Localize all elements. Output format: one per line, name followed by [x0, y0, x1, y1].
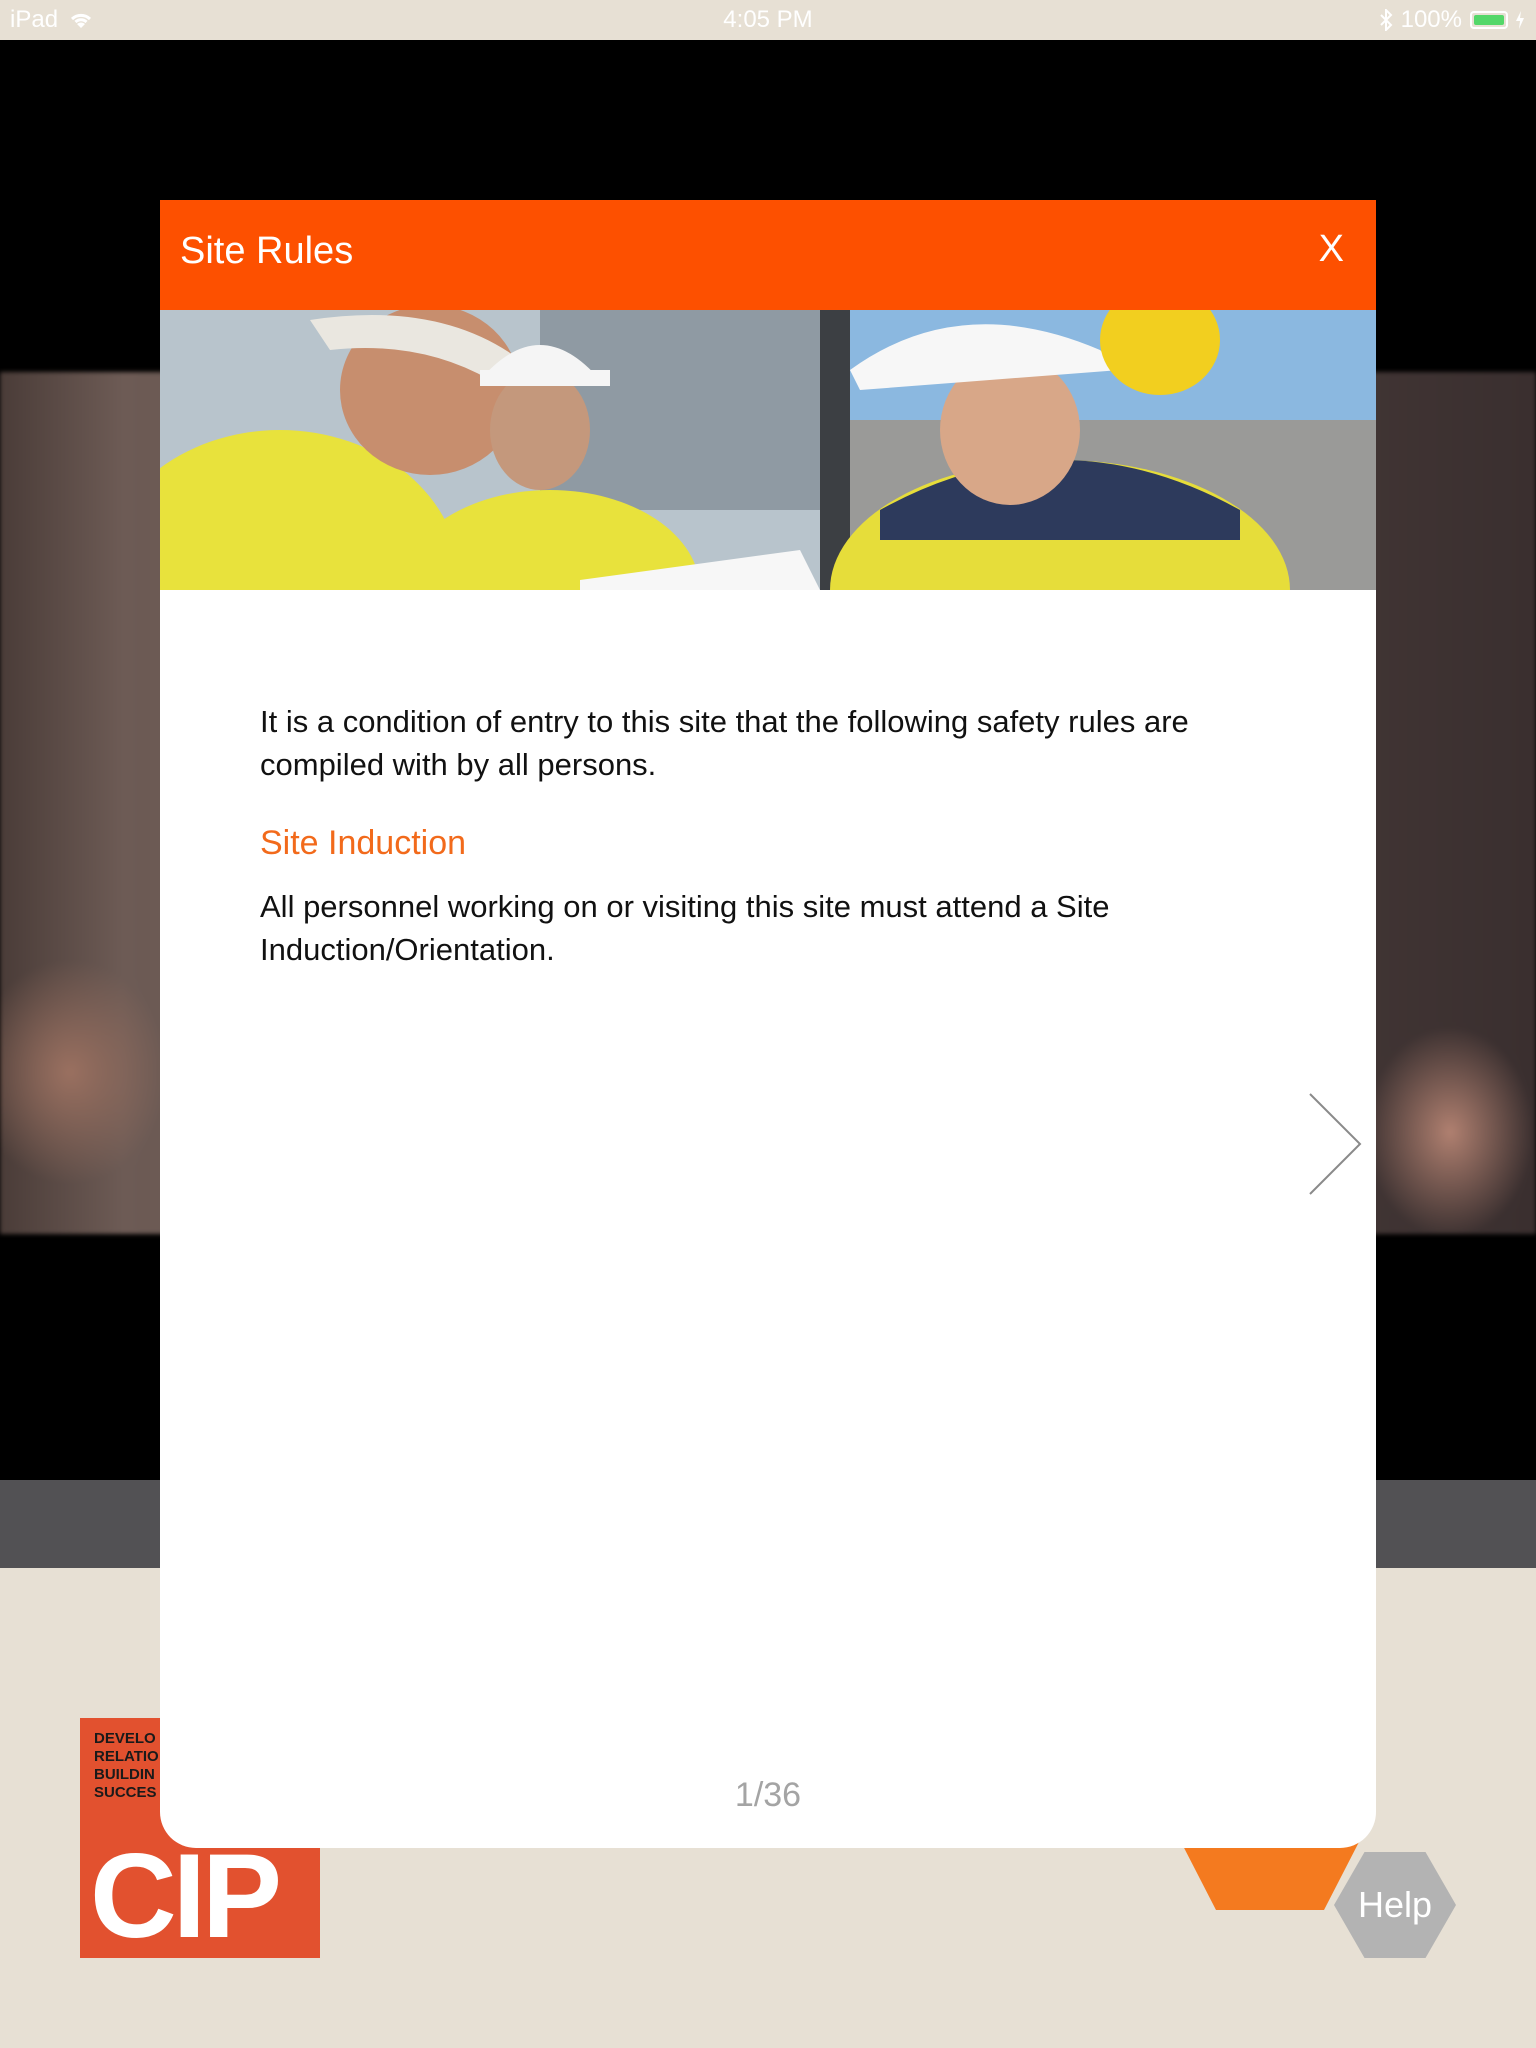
charging-icon: [1516, 11, 1524, 29]
intro-text: It is a condition of entry to this site …: [260, 704, 1189, 782]
logo-tagline: DEVELO RELATIO BUILDIN SUCCES: [94, 1730, 159, 1801]
page-indicator: 1/36: [734, 1776, 802, 1814]
close-button[interactable]: X: [1319, 228, 1344, 271]
section-title: Site Induction: [260, 824, 467, 862]
battery-percent: 100%: [1400, 6, 1462, 33]
modal-content: It is a condition of entry to this site …: [260, 700, 1280, 971]
bluetooth-icon: [1379, 9, 1393, 31]
status-time: 4:05 PM: [723, 6, 813, 33]
site-rules-modal: Site Rules X It is a condition of entry …: [160, 200, 1376, 1848]
section-body: All personnel working on or visiting thi…: [260, 889, 1110, 967]
hero-image: [160, 310, 1376, 590]
modal-header: Site Rules X: [160, 200, 1376, 310]
logo-wordmark: CIP: [90, 1829, 282, 1963]
status-bar: iPad 4:05 PM 100%: [0, 0, 1536, 40]
battery-icon: [1470, 11, 1508, 29]
workers-illustration: [160, 310, 1376, 590]
chevron-right-icon[interactable]: [1308, 1092, 1364, 1196]
modal-title: Site Rules: [180, 230, 354, 272]
